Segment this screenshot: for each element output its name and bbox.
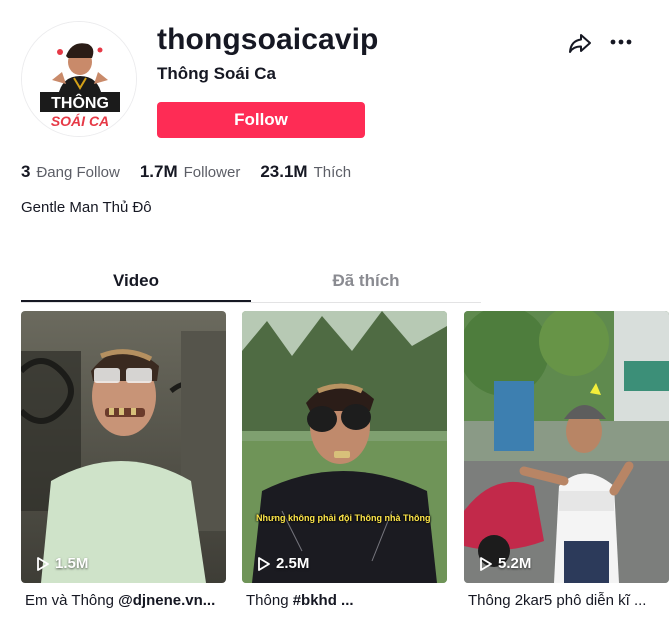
stat-followers-count: 1.7M <box>139 162 178 181</box>
profile-tabs: Video Đã thích <box>21 262 481 303</box>
avatar[interactable]: THÔNG SOÁI CA <box>21 21 137 137</box>
video-card-2[interactable]: Nhưng không phải đội Thông nhà Thông 2.5… <box>242 311 447 583</box>
stat-following-count: 3 <box>21 162 31 181</box>
stat-following[interactable]: 3 Đang Follow <box>21 162 120 182</box>
video-thumbnail-1 <box>21 311 226 583</box>
stat-likes: 23.1M Thích <box>260 162 351 182</box>
video-caption-text-2: Thông <box>246 592 293 609</box>
stat-following-label: Đang Follow <box>36 164 120 181</box>
avatar-logo-line2: SOÁI CA <box>51 113 109 129</box>
video-thumbnail-2 <box>242 311 447 583</box>
profile-nickname: Thông Soái Ca <box>157 64 276 83</box>
stat-followers[interactable]: 1.7M Follower <box>140 162 240 182</box>
video-caption-hashtag-2[interactable]: #bkhd ... <box>293 592 354 609</box>
tab-video[interactable]: Video <box>21 262 251 302</box>
video-overlay-text-2: Nhưng không phải đội Thông nhà Thông <box>256 513 431 523</box>
avatar-logo-line1: THÔNG <box>51 93 109 112</box>
video-caption-text-1: Em và Thông <box>25 592 119 609</box>
tab-liked[interactable]: Đã thích <box>251 262 481 302</box>
video-views-1: 1.5M <box>35 555 88 572</box>
stat-followers-label: Follower <box>183 164 241 181</box>
play-icon <box>37 556 49 571</box>
video-views-2: 2.5M <box>256 555 309 572</box>
play-icon <box>258 556 270 571</box>
video-card-3[interactable]: 5.2M <box>464 311 669 583</box>
more-icon[interactable] <box>608 30 634 56</box>
follow-button[interactable]: Follow <box>157 102 365 138</box>
video-views-count-3: 5.2M <box>498 555 532 572</box>
stat-likes-count: 23.1M <box>260 162 308 181</box>
share-icon[interactable] <box>567 30 593 56</box>
video-card-1[interactable]: 1.5M <box>21 311 226 583</box>
avatar-image: THÔNG SOÁI CA <box>22 22 136 136</box>
video-views-3: 5.2M <box>478 555 531 572</box>
video-caption-2[interactable]: Thông #bkhd ... <box>246 591 451 611</box>
video-caption-mention-1[interactable]: @djnene.vn... <box>118 592 215 609</box>
profile-stats: 3 Đang Follow 1.7M Follower 23.1M Thích <box>21 162 371 182</box>
video-views-count-2: 2.5M <box>276 555 310 572</box>
profile-bio: Gentle Man Thủ Đô <box>21 199 152 216</box>
video-caption-text-3: Thông 2kar5 phô diễn kĩ ... <box>468 592 647 609</box>
profile-username: thongsoaicavip <box>157 23 379 56</box>
video-views-count-1: 1.5M <box>55 555 89 572</box>
video-caption-1[interactable]: Em và Thông @djnene.vn... <box>25 591 230 611</box>
video-caption-3[interactable]: Thông 2kar5 phô diễn kĩ ... <box>468 591 666 611</box>
stat-likes-label: Thích <box>313 164 352 181</box>
video-thumbnail-3 <box>464 311 669 583</box>
play-icon <box>480 556 492 571</box>
